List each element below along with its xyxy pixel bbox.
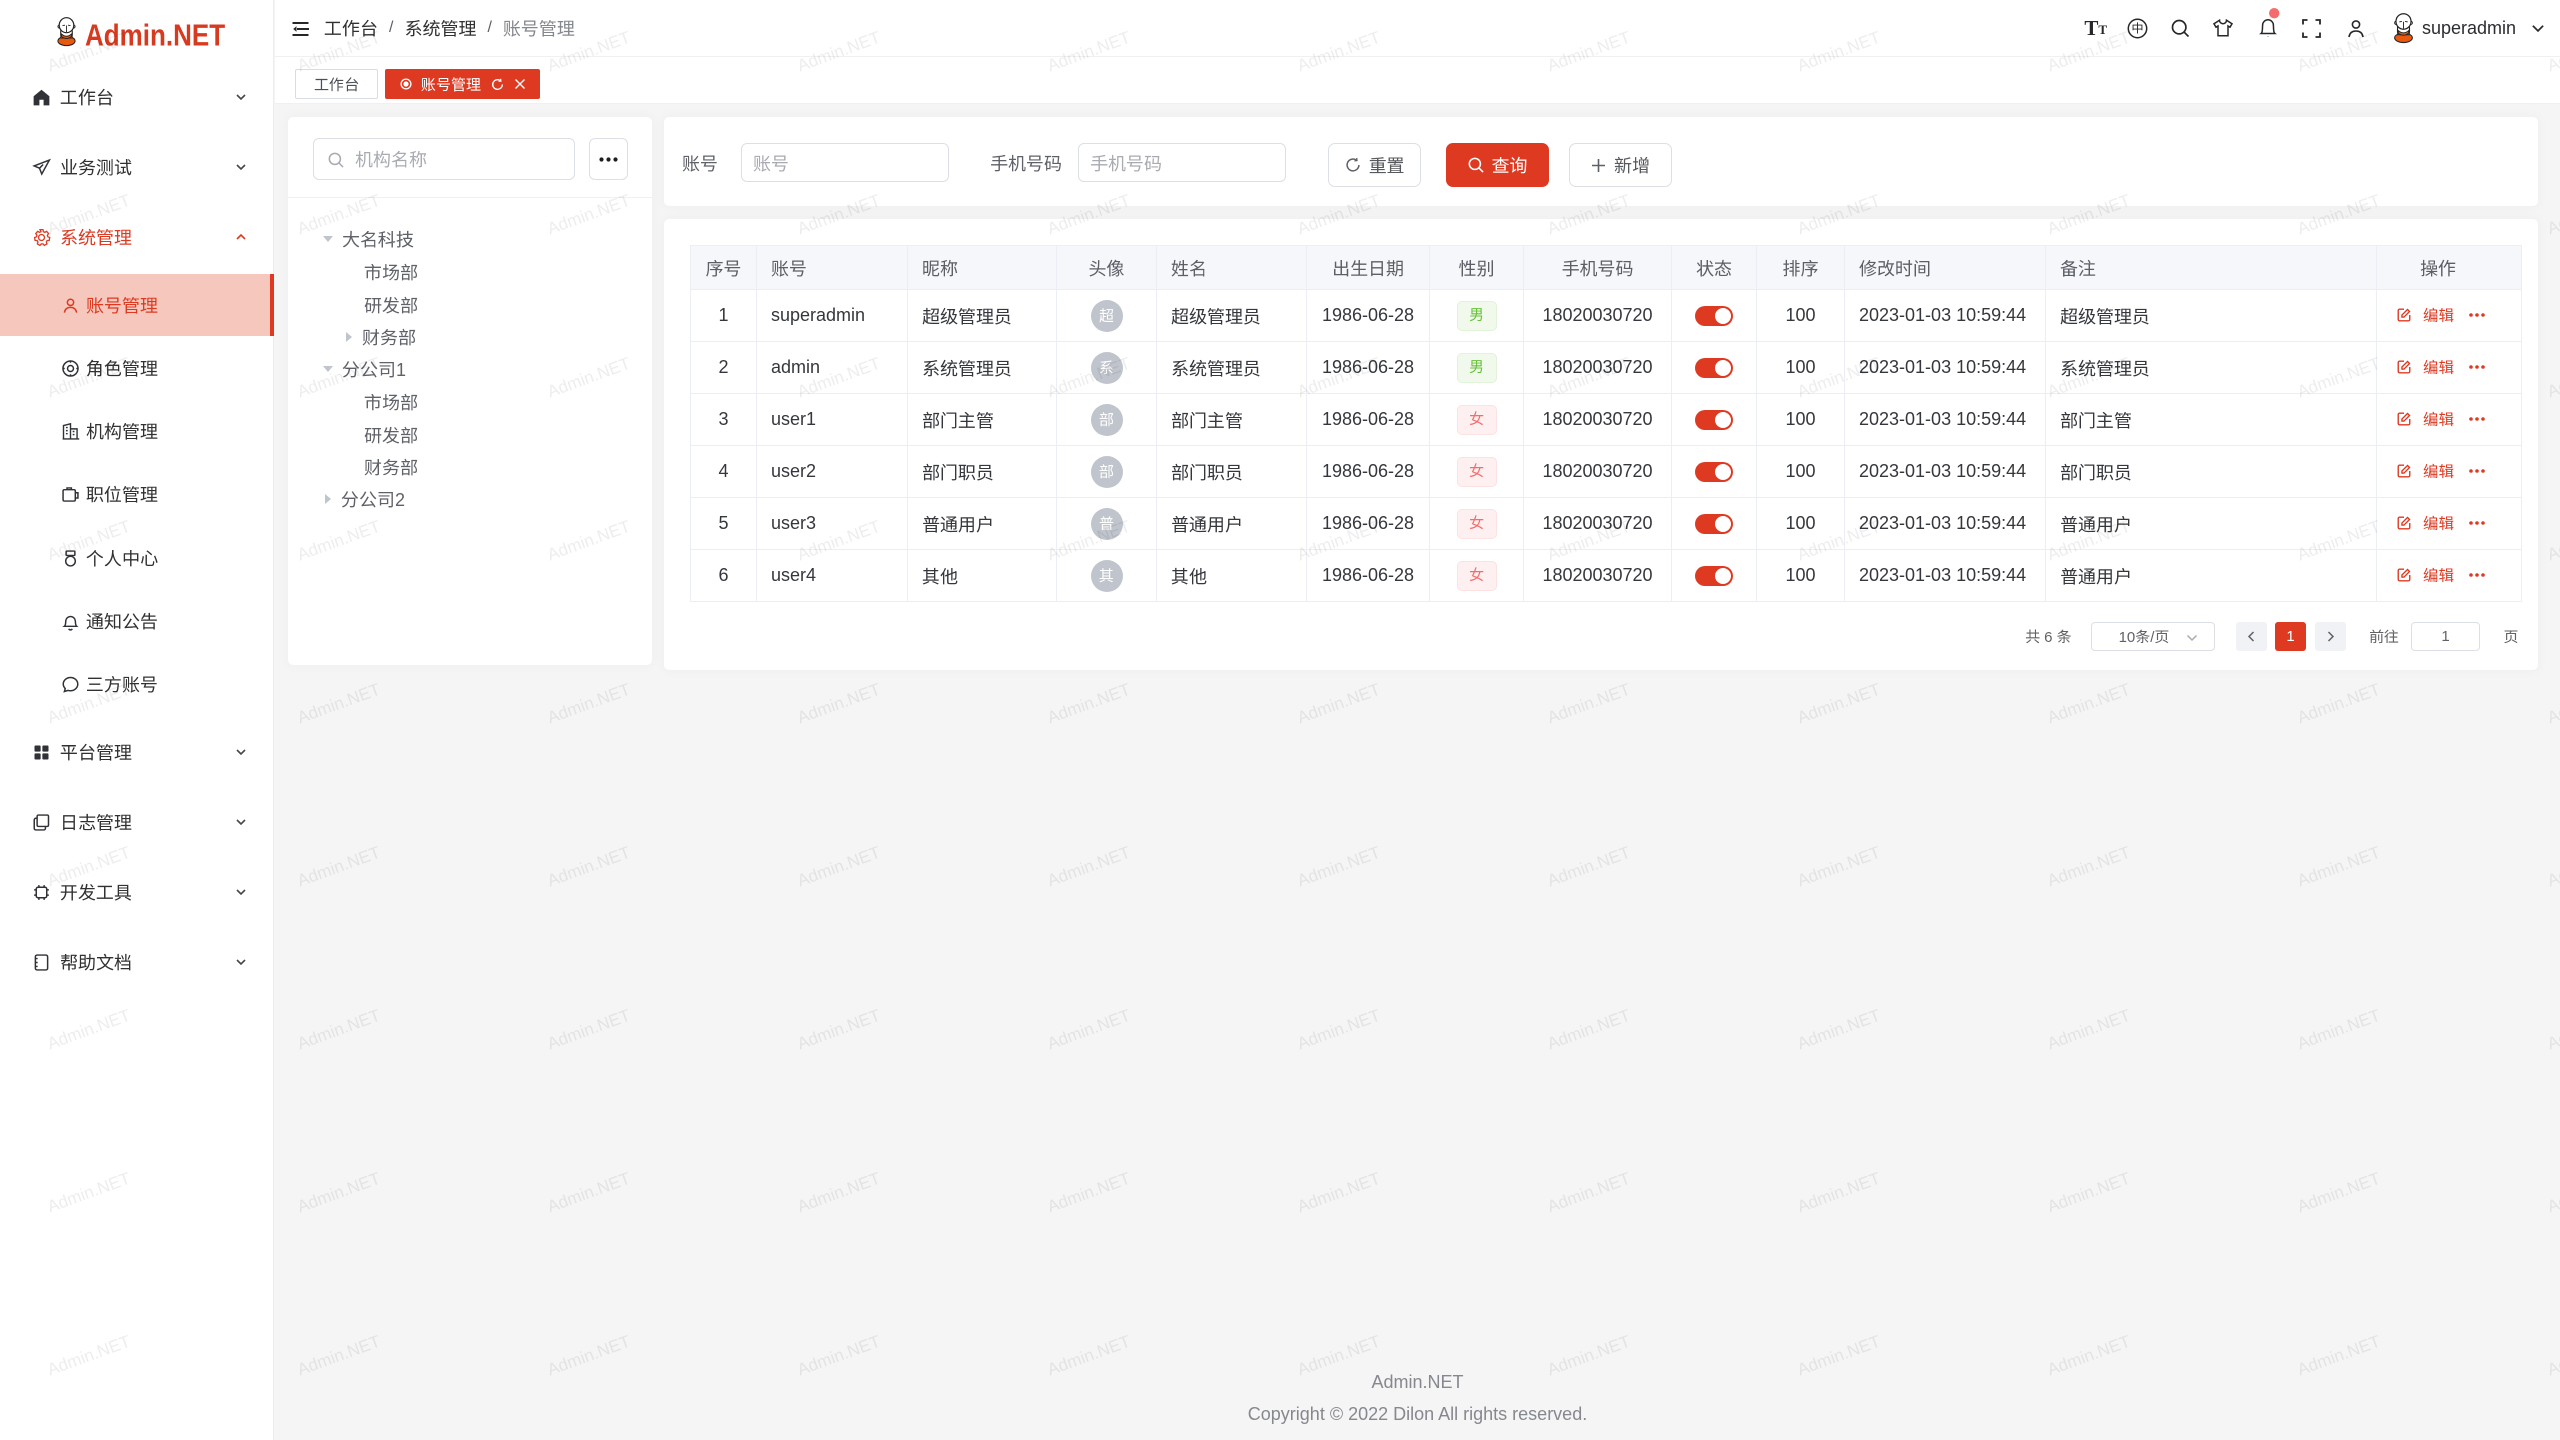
svg-text:中: 中 (2131, 19, 2143, 36)
